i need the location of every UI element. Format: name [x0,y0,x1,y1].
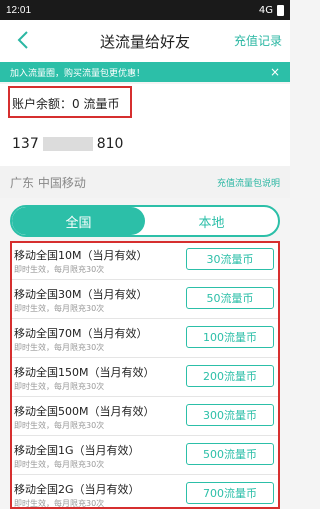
buy-button[interactable]: 300流量币 [186,404,274,426]
promo-text: 加入流量圈，购买流量包更优惠！ [10,68,146,79]
carrier-name: 广东 中国移动 [10,175,86,190]
tab-national[interactable]: 全国 [12,207,145,235]
scope-tabs: 全国 本地 [10,205,280,237]
package-note: 即时生效，每月限充30次 [14,499,105,508]
carrier-row: 广东 中国移动 充值流量包说明 [0,166,290,198]
buy-button[interactable]: 30流量币 [186,248,274,270]
package-name: 移动全国30M（当月有效） [14,288,148,301]
package-note: 即时生效，每月限充30次 [14,343,105,352]
package-note: 即时生效，每月限充30次 [14,304,105,313]
page-title: 送流量给好友 [99,32,190,51]
list-item: 移动全国10M（当月有效） 即时生效，每月限充30次 30流量币 [10,241,280,280]
status-bar: 12:01 4G [0,0,290,20]
package-list: 移动全国10M（当月有效） 即时生效，每月限充30次 30流量币 移动全国30M… [10,241,280,509]
package-note: 即时生效，每月限充30次 [14,382,105,391]
buy-button[interactable]: 100流量币 [186,326,274,348]
list-item: 移动全国2G（当月有效） 即时生效，每月限充30次 700流量币 [10,475,280,509]
package-name: 移动全国10M（当月有效） [14,249,148,262]
phone-mask [42,137,93,151]
recharge-record-link[interactable]: 充值记录 [234,32,282,49]
phone-prefix: 137 [12,136,39,152]
package-help-link[interactable]: 充值流量包说明 [217,176,280,189]
package-name: 移动全国70M（当月有效） [14,327,148,340]
status-icons: 4G [258,4,284,16]
package-note: 即时生效，每月限充30次 [14,421,105,430]
phone-number-field[interactable]: 137 810 [0,122,290,166]
buy-button[interactable]: 200流量币 [186,365,274,387]
list-item: 移动全国70M（当月有效） 即时生效，每月限充30次 100流量币 [10,319,280,358]
list-item: 移动全国1G（当月有效） 即时生效，每月限充30次 500流量币 [10,436,280,475]
package-name: 移动全国1G（当月有效） [14,444,140,457]
balance-highlight-box [8,86,132,118]
package-note: 即时生效，每月限充30次 [14,460,105,469]
list-item: 移动全国150M（当月有效） 即时生效，每月限充30次 200流量币 [10,358,280,397]
back-arrow-icon[interactable] [12,28,36,52]
list-item: 移动全国500M（当月有效） 即时生效，每月限充30次 300流量币 [10,397,280,436]
phone-suffix: 810 [96,136,124,152]
list-item: 移动全国30M（当月有效） 即时生效，每月限充30次 50流量币 [10,280,280,319]
buy-button[interactable]: 50流量币 [186,287,274,309]
package-name: 移动全国2G（当月有效） [14,483,140,496]
package-name: 移动全国500M（当月有效） [14,405,155,418]
tab-local[interactable]: 本地 [145,207,278,235]
status-time: 12:01 [6,4,32,16]
network-label: 4G [258,4,273,16]
battery-icon [277,4,284,16]
package-name: 移动全国150M（当月有效） [14,366,155,379]
buy-button[interactable]: 700流量币 [186,482,274,504]
close-icon[interactable]: × [270,65,280,79]
navigation-bar: 送流量给好友 充值记录 [0,20,290,62]
buy-button[interactable]: 500流量币 [186,443,274,465]
promo-notice[interactable]: 加入流量圈，购买流量包更优惠！ × [0,62,290,82]
package-note: 即时生效，每月限充30次 [14,265,105,274]
